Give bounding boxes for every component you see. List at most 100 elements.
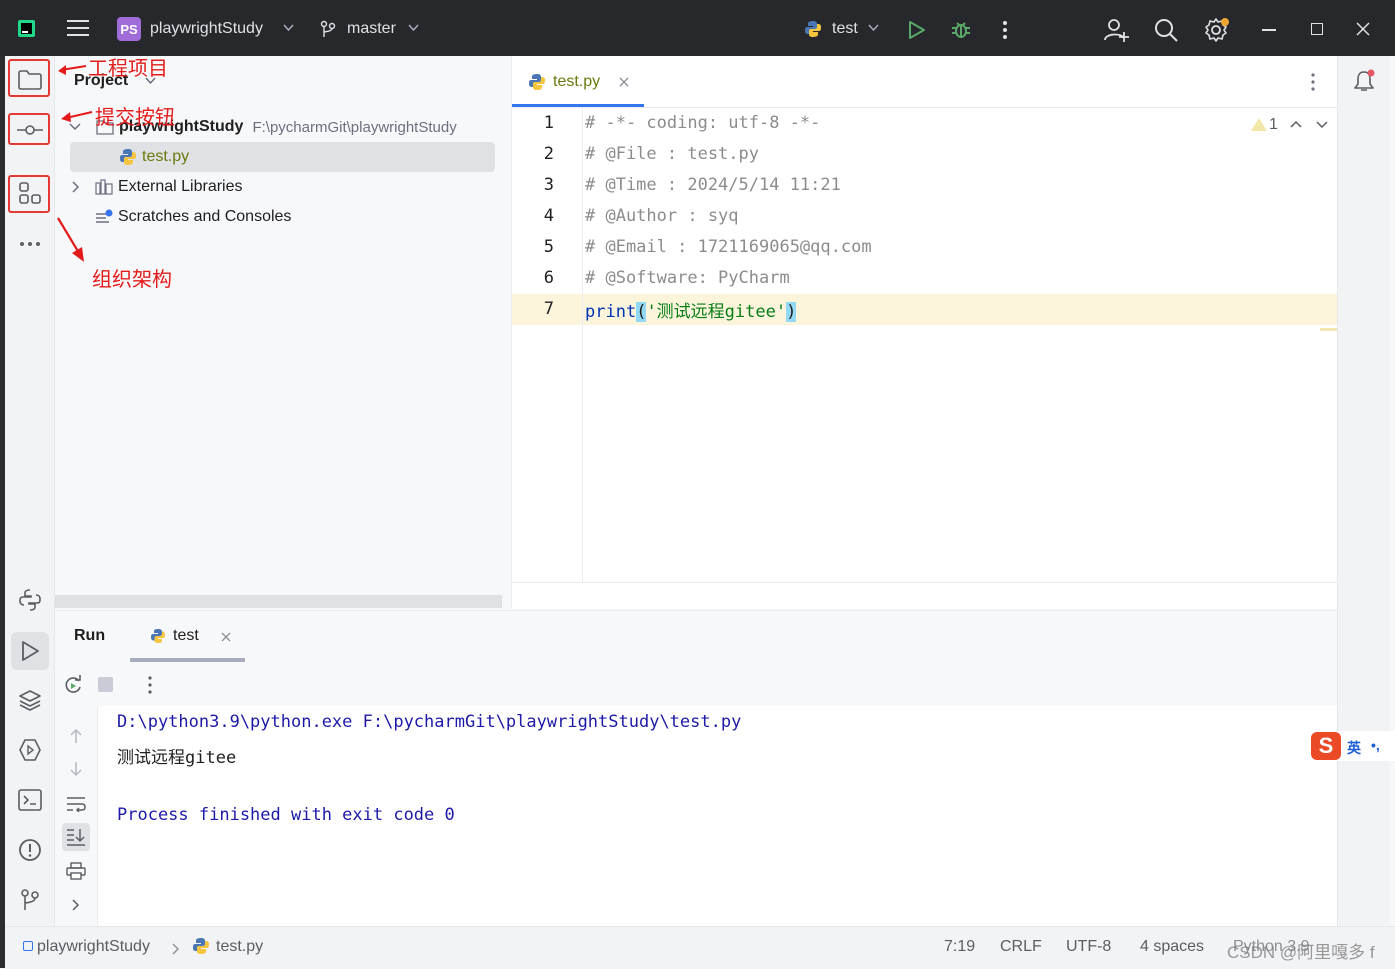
settings-gear-icon[interactable] xyxy=(1204,17,1230,43)
code-line[interactable]: # @File : test.py xyxy=(585,144,759,164)
tree-row-external-libraries[interactable]: External Libraries xyxy=(70,172,243,202)
scroll-marker xyxy=(1320,328,1338,331)
add-user-icon[interactable] xyxy=(1104,18,1130,42)
code-line[interactable]: # -*- coding: utf-8 -*- xyxy=(585,113,820,133)
code-string: '测试远程gitee' xyxy=(646,302,787,322)
services-icon[interactable] xyxy=(16,736,44,764)
editor-tab-bar xyxy=(512,56,1338,108)
indent-setting[interactable]: 4 spaces xyxy=(1140,938,1204,956)
ime-toolbar[interactable]: S 英 •, xyxy=(1309,731,1395,761)
debug-bug-icon[interactable] xyxy=(950,19,972,41)
annotation-structure: 组织架构 xyxy=(92,267,172,291)
run-toolbar xyxy=(55,663,1337,706)
git-icon[interactable] xyxy=(16,886,44,914)
run-config-dropdown[interactable]: test xyxy=(832,20,858,38)
console-command: D:\python3.9\python.exe F:\pycharmGit\pl… xyxy=(117,712,742,732)
chevron-up-icon[interactable] xyxy=(1290,120,1302,128)
python-icon xyxy=(150,628,166,644)
chevron-down-icon[interactable] xyxy=(1316,121,1328,129)
ime-punct[interactable]: •, xyxy=(1371,737,1380,753)
caret-position[interactable]: 7:19 xyxy=(944,938,975,956)
branch-dropdown[interactable]: master xyxy=(347,20,396,38)
code-line-7[interactable]: print('测试远程gitee') xyxy=(585,297,797,322)
print-icon[interactable] xyxy=(66,862,86,880)
line-number: 6 xyxy=(543,268,554,288)
code-line[interactable]: # @Author : syq xyxy=(585,206,739,226)
line-ending[interactable]: CRLF xyxy=(1000,938,1042,956)
file-name: test.py xyxy=(142,148,190,165)
annotation-commit: 提交按钮 xyxy=(95,105,175,129)
warning-icon[interactable] xyxy=(1250,117,1268,132)
code-line[interactable]: # @Software: PyCharm xyxy=(585,268,790,288)
python-icon xyxy=(804,20,822,38)
annotation-arrow-commit xyxy=(60,109,94,123)
file-encoding[interactable]: UTF-8 xyxy=(1066,938,1111,956)
problems-icon[interactable] xyxy=(16,836,44,864)
tree-row-file[interactable]: test.py xyxy=(119,142,189,172)
stop-icon[interactable] xyxy=(98,677,113,692)
git-branch-icon xyxy=(320,20,336,38)
chevron-down-icon[interactable] xyxy=(68,122,82,132)
rerun-icon[interactable] xyxy=(63,675,83,695)
annotation-box-structure xyxy=(8,175,50,213)
breadcrumb-project[interactable]: playwrightStudy xyxy=(37,938,150,956)
more-vertical-icon[interactable] xyxy=(1311,73,1315,91)
run-title: Run xyxy=(74,627,106,644)
main-menu-icon[interactable] xyxy=(67,19,89,37)
root-path: F:\pycharmGit\playwrightStudy xyxy=(252,118,457,136)
layers-icon[interactable] xyxy=(16,686,44,714)
console-output: 测试远程gitee xyxy=(117,748,237,768)
project-panel: Project playwrightStudy F:\pycharmGit\pl… xyxy=(55,56,511,609)
console-exit: Process finished with exit code 0 xyxy=(117,805,455,825)
project-name-dropdown[interactable]: playwrightStudy xyxy=(150,20,263,38)
line-number: 7 xyxy=(543,299,554,319)
pycharm-logo-icon[interactable] xyxy=(18,20,35,37)
run-tab-indicator xyxy=(130,658,245,662)
run-icon[interactable] xyxy=(908,20,926,40)
close-tab-icon[interactable] xyxy=(221,632,231,642)
minimize-icon[interactable] xyxy=(1262,29,1276,31)
python-console-icon[interactable] xyxy=(16,586,44,614)
more-vertical-icon[interactable] xyxy=(148,676,152,694)
arrow-up-icon[interactable] xyxy=(69,728,83,744)
chevron-right-icon[interactable] xyxy=(71,899,81,911)
inspection-count[interactable]: 1 xyxy=(1269,116,1278,134)
ime-lang[interactable]: 英 xyxy=(1347,738,1361,758)
tree-row-scratches[interactable]: Scratches and Consoles xyxy=(95,202,291,232)
run-panel: Run test D:\python3.9\python.exe F:\pych… xyxy=(55,610,1337,927)
run-tool-icon[interactable] xyxy=(16,637,44,665)
code-paren-close: ) xyxy=(786,302,797,322)
code-line[interactable]: # @Time : 2024/5/14 11:21 xyxy=(585,175,841,195)
scratches-label: Scratches and Consoles xyxy=(118,208,292,225)
breadcrumb-file[interactable]: test.py xyxy=(216,938,263,956)
line-number: 3 xyxy=(543,175,554,195)
external-libraries-label: External Libraries xyxy=(118,178,243,195)
python-file-icon xyxy=(120,149,136,165)
chevron-down-icon xyxy=(408,24,419,32)
close-tab-icon[interactable] xyxy=(619,77,629,87)
tab-test-py[interactable]: test.py xyxy=(553,73,600,91)
right-tool-strip xyxy=(1337,56,1390,926)
code-line[interactable]: # @Email : 1721169065@qq.com xyxy=(585,237,872,257)
arrow-down-icon[interactable] xyxy=(69,761,83,777)
search-icon[interactable] xyxy=(1154,18,1178,42)
soft-wrap-icon[interactable] xyxy=(66,796,86,812)
more-tools-icon[interactable] xyxy=(16,230,44,258)
scroll-to-end-icon[interactable] xyxy=(66,828,86,846)
horizontal-scrollbar[interactable] xyxy=(55,595,502,608)
line-number: 1 xyxy=(543,113,554,133)
more-vertical-icon[interactable] xyxy=(1002,20,1008,40)
terminal-icon[interactable] xyxy=(16,786,44,814)
annotation-box-project xyxy=(8,59,50,97)
title-bar: PS playwrightStudy master test xyxy=(0,0,1395,56)
chevron-right-icon[interactable] xyxy=(70,181,82,193)
run-header xyxy=(55,611,1337,663)
library-icon xyxy=(95,179,113,195)
run-tab-test[interactable]: test xyxy=(173,627,199,645)
notifications-bell-icon[interactable] xyxy=(1352,69,1376,93)
module-icon xyxy=(23,941,33,951)
chevron-down-icon xyxy=(868,24,879,32)
code-func: print xyxy=(585,302,637,322)
maximize-icon[interactable] xyxy=(1311,23,1323,35)
close-window-icon[interactable] xyxy=(1356,22,1370,36)
